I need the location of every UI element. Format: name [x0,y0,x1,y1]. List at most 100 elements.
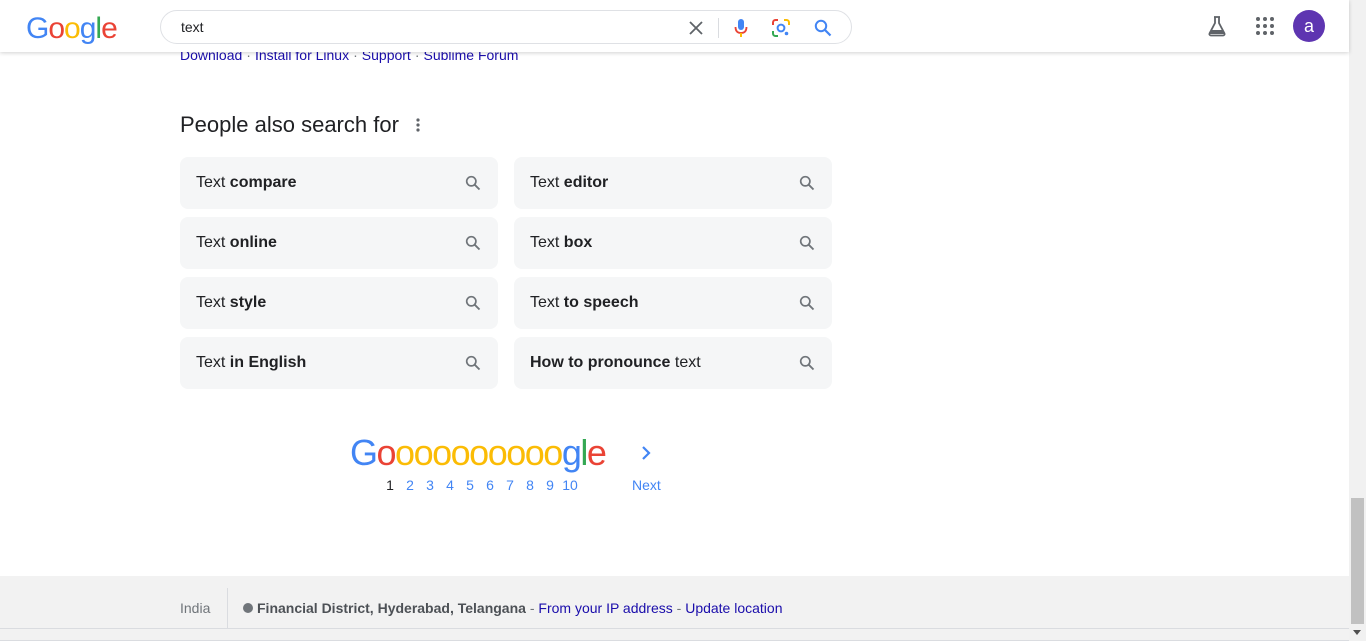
more-options-icon[interactable] [410,116,426,134]
logo-letter: o [48,12,65,45]
related-search-bold: online [229,234,277,251]
related-searches-grid: Text compare Text editor Text online Text b… [180,157,832,389]
page-number-link[interactable]: 6 [480,477,500,493]
logo-letter: e [101,12,118,45]
pager-logo-letter: o [395,432,415,473]
related-search-label: Text style [196,294,266,312]
page-number-link[interactable]: 2 [400,477,420,493]
pager-logo-letter: o [487,432,508,473]
related-search-bold: style [229,294,267,311]
search-icon [464,174,482,192]
search-divider [718,18,719,38]
next-page-link[interactable]: Next [632,477,661,493]
pager-logo-letter: o [413,432,434,473]
related-search-chip[interactable]: Text to speech [514,277,832,329]
pager-logo-letter: o [469,432,489,473]
logo-letter: G [26,12,49,45]
related-search-label: Text box [530,234,592,252]
labs-flask-icon[interactable] [1205,14,1229,38]
related-search-bold: box [563,234,593,251]
related-search-label: Text editor [530,174,608,192]
search-icon[interactable] [812,17,834,39]
related-search-text: Text [196,354,230,371]
related-search-text: Text [530,294,564,311]
location-dot-icon [243,603,253,613]
related-search-chip[interactable]: Text in English [180,337,498,389]
page-number-link[interactable]: 10 [560,477,580,493]
search-icon [464,354,482,372]
page-number-link[interactable]: 5 [460,477,480,493]
pager-logo-letter: o [376,432,397,473]
page-number-link[interactable]: 4 [440,477,460,493]
account-avatar[interactable]: a [1293,10,1325,42]
update-location-link[interactable]: Update location [685,600,782,616]
search-icon [798,234,816,252]
related-search-chip[interactable]: Text online [180,217,498,269]
current-page-number: 1 [386,477,394,493]
footer-dash: - [672,600,686,616]
clear-icon[interactable] [685,17,707,39]
related-search-bold: compare [229,174,297,191]
related-search-text: Text [530,234,564,251]
related-search-label: Text in English [196,354,306,372]
related-search-label: Text online [196,234,277,252]
related-search-chip[interactable]: Text compare [180,157,498,209]
google-lens-icon[interactable] [770,17,792,39]
page-number-link[interactable]: 8 [520,477,540,493]
search-input[interactable] [181,17,661,37]
footer-location: Financial District, Hyderabad, Telangana… [243,600,783,616]
search-icon [798,294,816,312]
related-search-chip[interactable]: Text box [514,217,832,269]
related-search-text: Text [196,234,230,251]
page-number-link[interactable]: 7 [500,477,520,493]
pagination: Goooooooooogle 1 2 3 4 5 6 7 8 9 10 Next [350,432,670,502]
page-number-link[interactable]: 3 [420,477,440,493]
microphone-icon[interactable] [730,17,752,39]
related-search-chip[interactable]: Text style [180,277,498,329]
footer-location-bar: India Financial District, Hyderabad, Tel… [0,576,1349,629]
chevron-right-icon[interactable] [637,442,655,464]
search-icon [464,294,482,312]
related-search-text: text [670,354,701,371]
related-search-label: Text to speech [530,294,638,312]
scroll-down-arrow-icon[interactable] [1353,630,1361,635]
pager-logo-letter: o [524,432,545,473]
related-search-bold: How to pronounce [530,354,671,371]
pager-logo-letter: G [350,432,378,473]
people-also-search-title: People also search for [180,112,399,137]
pager-logo-letter: g [561,432,582,473]
related-search-label: Text compare [196,174,297,192]
search-icon [464,234,482,252]
location-name: Financial District, Hyderabad, Telangana [257,600,526,616]
pager-logo-letter: o [432,432,452,473]
related-search-text: Text [530,174,564,191]
apps-grid-icon[interactable] [1253,14,1277,38]
related-search-label: How to pronounce text [530,354,701,372]
footer: India Financial District, Hyderabad, Tel… [0,576,1349,641]
search-icon [798,174,816,192]
top-header: Google text a [0,0,1349,52]
pager-logo-letter: o [543,432,563,473]
footer-divider [227,588,228,628]
page-scrollbar[interactable] [1349,0,1366,641]
logo-letter: o [64,12,81,45]
pager-logo-letter: o [450,432,471,473]
search-box [160,10,852,44]
related-search-text: Text [196,294,230,311]
related-search-bold: in English [229,354,307,371]
scrollbar-thumb[interactable] [1351,498,1364,624]
page-number-link[interactable]: 9 [540,477,560,493]
related-search-text: Text [196,174,230,191]
related-search-chip[interactable]: How to pronounce text [514,337,832,389]
search-icon [798,354,816,372]
related-search-bold: editor [563,174,609,191]
related-search-chip[interactable]: Text editor [514,157,832,209]
footer-country: India [180,600,211,616]
pagination-logo: Goooooooooogle [350,432,607,474]
footer-dash: - [525,600,539,616]
logo-letter: g [79,12,97,45]
related-search-bold: to speech [563,294,639,311]
ip-address-link[interactable]: From your IP address [538,600,672,616]
google-logo[interactable]: Google [26,12,118,46]
pager-logo-letter: o [506,432,526,473]
